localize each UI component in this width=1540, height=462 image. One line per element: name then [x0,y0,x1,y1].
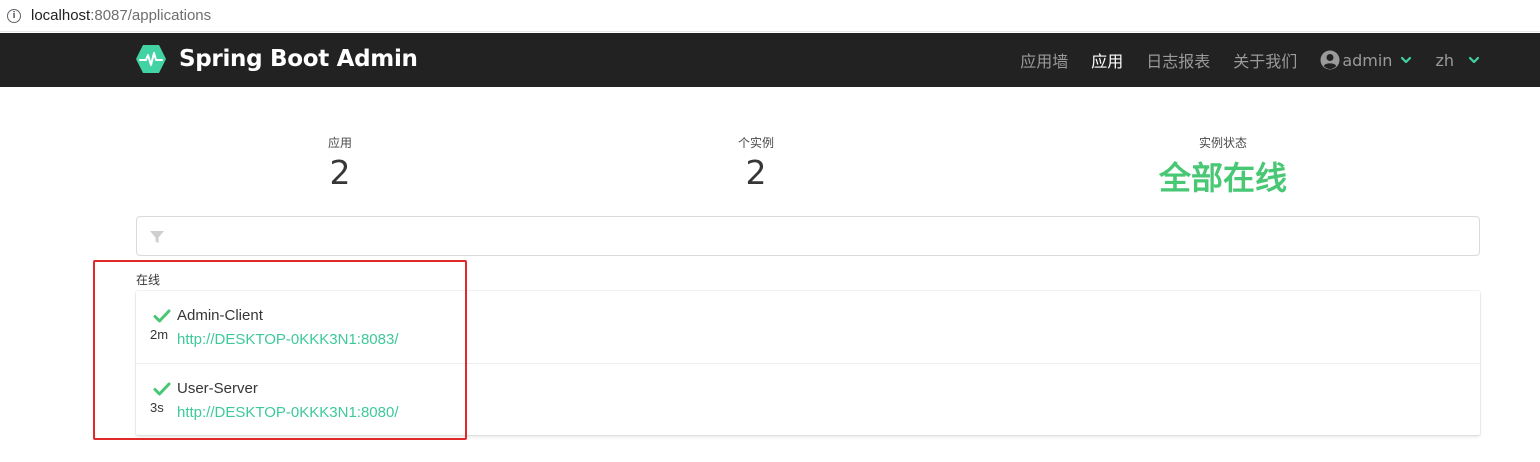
uptime-label: 2m [150,327,169,342]
language-label: zh [1435,50,1454,70]
filter-input[interactable] [173,217,1473,255]
chevron-down-icon [1401,56,1412,64]
stat-instances-label: 个实例 [737,136,774,150]
application-url-link[interactable]: http://DESKTOP-0KKK3N1:8083/ [177,331,399,348]
group-label-online: 在线 [136,273,161,287]
filter-box[interactable] [136,216,1480,256]
nav-item-wallboard[interactable]: 应用墙 [1020,48,1068,72]
user-menu[interactable]: admin [1320,50,1412,70]
address-bar[interactable]: i localhost:8087/applications [0,0,1540,32]
stat-instances-value: 2 [745,153,767,192]
stat-applications: 应用 2 [240,134,440,192]
nav-item-journal[interactable]: 日志报表 [1146,48,1210,72]
stat-status-value: 全部在线 [1158,159,1287,197]
user-circle-icon [1320,50,1340,70]
stat-instances: 个实例 2 [656,134,856,192]
application-name: User-Server [177,380,258,397]
heartbeat-logo-icon [136,45,166,73]
stat-applications-label: 应用 [327,136,352,150]
user-name: admin [1342,50,1393,70]
brand-title: Spring Boot Admin [179,46,418,72]
stat-status-label: 实例状态 [1198,136,1247,150]
brand[interactable]: Spring Boot Admin [135,43,418,75]
nav-item-applications[interactable]: 应用 [1091,48,1123,72]
stats-summary: 应用 2 个实例 2 实例状态 全部在线 [135,134,1480,204]
chevron-down-icon [1468,56,1480,64]
stat-applications-value: 2 [329,153,351,192]
url-text[interactable]: localhost:8087/applications [31,7,211,24]
application-list: 2m Admin-Client http://DESKTOP-0KKK3N1:8… [136,291,1480,435]
check-icon [153,309,171,323]
uptime-label: 3s [150,400,164,415]
url-host: localhost [31,7,91,24]
filter-icon [150,231,164,243]
navbar: Spring Boot Admin 应用墙 应用 日志报表 关于我们 admin… [0,33,1540,87]
nav-menu: 应用墙 应用 日志报表 关于我们 admin zh [997,33,1480,87]
language-menu[interactable]: zh [1435,51,1480,70]
info-icon[interactable]: i [7,8,21,23]
url-path: :8087/applications [90,7,212,24]
application-row[interactable]: 3s User-Server http://DESKTOP-0KKK3N1:80… [136,363,1480,435]
check-icon [153,382,171,396]
nav-item-about[interactable]: 关于我们 [1233,48,1297,72]
application-url-link[interactable]: http://DESKTOP-0KKK3N1:8080/ [177,404,399,421]
application-row[interactable]: 2m Admin-Client http://DESKTOP-0KKK3N1:8… [136,291,1480,363]
application-name: Admin-Client [177,307,263,324]
stat-status: 实例状态 全部在线 [1123,134,1323,199]
